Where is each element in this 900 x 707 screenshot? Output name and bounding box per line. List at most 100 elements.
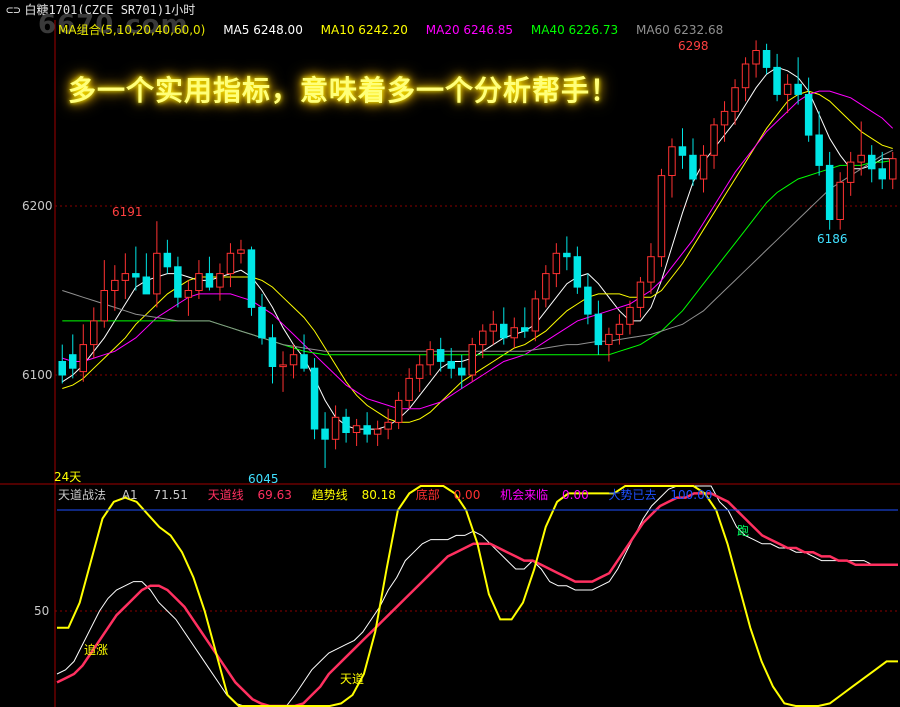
candle bbox=[321, 412, 329, 468]
candle-body bbox=[552, 252, 561, 275]
candle bbox=[384, 408, 392, 440]
price-tick-6100: 6100 bbox=[22, 368, 53, 382]
ma20-line bbox=[62, 90, 894, 410]
ma60-line bbox=[62, 149, 893, 352]
candle-body bbox=[804, 94, 813, 136]
candle-body bbox=[216, 273, 224, 288]
candle-body bbox=[668, 146, 676, 177]
candle-body bbox=[100, 290, 108, 322]
candle bbox=[184, 280, 193, 316]
candle-body bbox=[331, 416, 340, 440]
candle bbox=[573, 246, 582, 294]
candle bbox=[405, 368, 413, 409]
candle-body bbox=[731, 87, 739, 112]
ma40-line bbox=[62, 159, 893, 356]
candle bbox=[300, 334, 308, 372]
candle-body bbox=[563, 252, 571, 258]
candle-body bbox=[79, 344, 87, 373]
candle-body bbox=[415, 364, 424, 379]
candle bbox=[657, 168, 666, 267]
candle-body bbox=[510, 327, 518, 339]
candle bbox=[563, 236, 571, 271]
candle-body bbox=[142, 276, 151, 295]
indicator-tick-50: 50 bbox=[34, 604, 50, 618]
candle bbox=[773, 53, 781, 102]
gone-label: 大势已去 bbox=[608, 488, 657, 502]
candle bbox=[647, 243, 655, 294]
candle bbox=[174, 256, 182, 308]
indicator-name[interactable]: 天道战法 bbox=[58, 488, 106, 502]
candle-body bbox=[226, 252, 235, 275]
gone-value: 100.00 bbox=[670, 488, 713, 502]
candle-body bbox=[605, 333, 613, 345]
candle-body bbox=[825, 164, 834, 220]
candle bbox=[90, 307, 98, 359]
candle-body bbox=[247, 249, 256, 308]
signal-tiandao: 天道 bbox=[340, 672, 365, 686]
candle-body bbox=[132, 273, 140, 278]
candle bbox=[153, 221, 161, 308]
candle-body bbox=[773, 66, 781, 95]
candle bbox=[878, 151, 886, 190]
ma10-label: MA10 6242.20 bbox=[320, 23, 408, 37]
candle-body bbox=[289, 354, 298, 366]
high-label-6191: 6191 bbox=[112, 205, 143, 219]
candle-body bbox=[426, 349, 434, 366]
candle bbox=[132, 246, 140, 291]
link-icon[interactable]: ⊂⊃ bbox=[6, 3, 20, 17]
candle-body bbox=[174, 266, 182, 298]
tiandao-label: 天道线 bbox=[207, 488, 244, 502]
candle bbox=[415, 354, 424, 392]
candle bbox=[868, 145, 876, 183]
candle bbox=[289, 344, 298, 379]
candle-body bbox=[836, 181, 844, 221]
bottom-value: 0.00 bbox=[453, 488, 481, 502]
indicator-legend: 天道战法 A1 71.51 天道线 69.63 趋势线 80.18 底部 0.0… bbox=[58, 488, 718, 502]
quote-chart-window: ⊂⊃ 白糖1701(CZCE SR701)1小时 6670.com MA组合(5,… bbox=[0, 0, 900, 707]
price-tick-6200: 6200 bbox=[22, 199, 53, 213]
candle bbox=[668, 138, 676, 198]
candle-body bbox=[163, 252, 172, 268]
candle-body bbox=[321, 428, 329, 440]
candle-body bbox=[878, 168, 886, 180]
candle bbox=[762, 43, 771, 75]
ma60-label: MA60 6232.68 bbox=[635, 23, 724, 37]
ma-legend: MA组合(5,10,20,40,60,0) MA5 6248.00 MA10 6… bbox=[58, 23, 737, 37]
low-label-6045: 6045 bbox=[248, 472, 279, 486]
candle bbox=[163, 239, 172, 274]
ma10-line bbox=[62, 90, 893, 423]
candle bbox=[363, 412, 371, 443]
candle bbox=[447, 347, 455, 379]
candle bbox=[373, 420, 382, 446]
candle-body bbox=[153, 252, 161, 295]
candle-body bbox=[268, 337, 277, 367]
candle bbox=[594, 300, 603, 355]
period-label: 24天 bbox=[54, 470, 82, 484]
candle-body bbox=[868, 154, 876, 170]
trend-value: 80.18 bbox=[361, 488, 396, 502]
ma-group-label[interactable]: MA组合(5,10,20,40,60,0) bbox=[58, 23, 205, 37]
candle bbox=[720, 101, 729, 142]
candle-body bbox=[352, 425, 361, 434]
candle bbox=[510, 317, 518, 348]
candle-body bbox=[111, 279, 119, 291]
candle-body bbox=[815, 134, 823, 166]
candle-body bbox=[342, 416, 350, 433]
candle-body bbox=[720, 110, 729, 126]
candle bbox=[783, 74, 792, 114]
candle-body bbox=[752, 50, 760, 65]
candle bbox=[815, 111, 823, 176]
chance-value: 0.00 bbox=[562, 488, 589, 502]
candle-body bbox=[794, 83, 802, 95]
candle-body bbox=[573, 256, 582, 288]
candle-body bbox=[394, 399, 403, 423]
candle-body bbox=[436, 349, 445, 362]
candle-body bbox=[542, 273, 550, 300]
candle bbox=[678, 128, 687, 169]
candle bbox=[121, 253, 130, 299]
trend-line bbox=[57, 485, 898, 707]
candle bbox=[79, 324, 87, 382]
candle-body bbox=[121, 273, 130, 281]
candle-body bbox=[636, 281, 645, 308]
candle bbox=[331, 405, 340, 450]
